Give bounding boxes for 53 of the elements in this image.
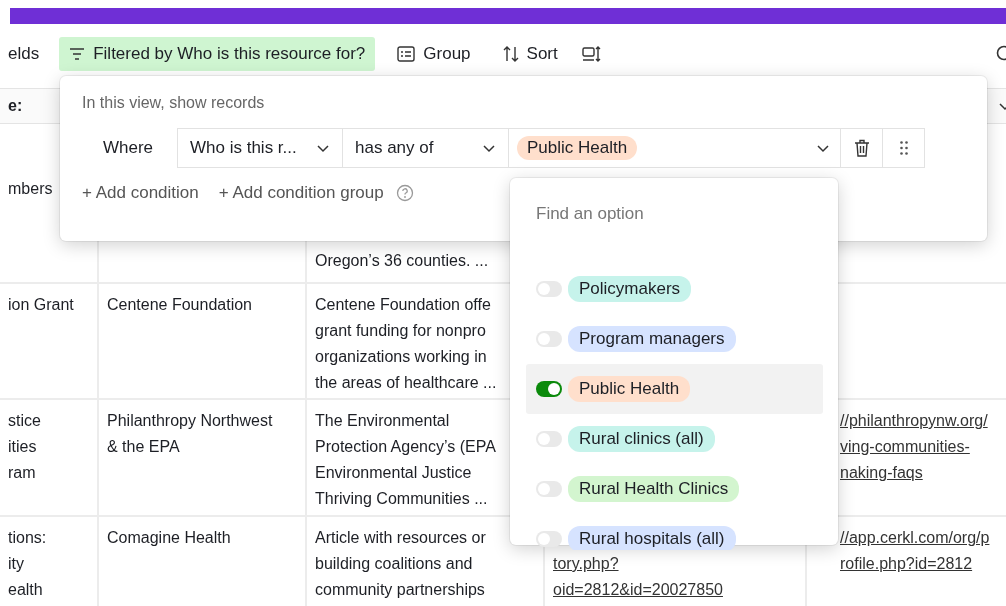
field-select[interactable]: Who is this r... <box>177 128 343 168</box>
filter-icon <box>69 48 86 60</box>
option-tag: Rural clinics (all) <box>568 426 715 452</box>
option-item[interactable]: Rural Health Clinics <box>526 464 823 514</box>
operator-select[interactable]: has any of <box>342 128 509 168</box>
option-tag: Rural hospitals (all) <box>568 526 736 550</box>
list-icon <box>397 46 416 62</box>
option-tag: Rural Health Clinics <box>568 476 740 502</box>
chevron-down-icon <box>316 142 330 154</box>
column-header: e: <box>8 97 23 115</box>
condition-label: Where <box>102 138 155 158</box>
option-item[interactable]: Program managers <box>526 314 823 364</box>
link[interactable]: //app.cerkl.com/org/p rofile.php?id=2812 <box>840 525 1006 577</box>
row-height-icon <box>581 46 602 62</box>
option-item[interactable]: Rural hospitals (all) <box>526 514 823 550</box>
table-cell-text: Oregon’s 36 counties. ... <box>315 252 489 269</box>
chevron-down-icon <box>482 142 496 154</box>
link[interactable]: //philanthropynw.org/ ving-communities- naking-faqs <box>840 408 1006 486</box>
table-cell-text: Article with resources or building coalitions and community partnerships <box>315 529 486 598</box>
add-condition-button[interactable]: + Add condition <box>82 183 199 203</box>
help-icon <box>395 184 414 202</box>
table-cell-text: Centene Foundation offe grant funding for nonpro organizations working in the areas of healthcare ... <box>315 296 497 391</box>
sort-button[interactable]: Sort <box>492 37 568 71</box>
option-tag: Public Health <box>517 136 638 160</box>
delete-button[interactable] <box>840 128 883 168</box>
popover-heading: In this view, show records <box>82 94 266 112</box>
table-cell-text: The Environmental Protection Agency’s (EPA Environmental Justice Thriving Communities ... <box>315 412 496 507</box>
sort-icon <box>502 46 519 62</box>
option-tag: Program managers <box>568 326 736 352</box>
link[interactable]: tory.php? oid=2812&id=20027850 <box>553 551 797 603</box>
toggle-switch[interactable] <box>536 381 562 397</box>
drag-handle[interactable] <box>882 128 925 168</box>
value-select[interactable]: Public Health <box>508 128 841 168</box>
option-item[interactable]: Public Health <box>526 364 823 414</box>
drag-handle-icon <box>899 141 908 155</box>
add-condition-group-button[interactable]: + Add condition group <box>218 183 384 203</box>
option-tag: Public Health <box>568 376 691 402</box>
fields-button[interactable]: elds <box>0 37 60 71</box>
filter-button[interactable]: Filtered by Who is this resource for? <box>59 37 376 71</box>
trash-icon <box>853 139 870 157</box>
table-cell-text: tions: ity ealth <box>8 529 47 598</box>
table-cell-text: Comagine Health <box>107 529 231 546</box>
table-cell-text: Philanthropy Northwest & the EPA <box>107 412 273 455</box>
option-tag: Policymakers <box>568 276 692 302</box>
chevron-down-icon <box>816 142 830 154</box>
group-button[interactable]: Group <box>387 37 481 71</box>
table-cell-text: Centene Foundation <box>107 296 252 313</box>
table-cell-text: stice ities ram <box>8 412 41 481</box>
table-cell-text: ion Grant <box>8 296 74 313</box>
option-item[interactable]: Rural clinics (all) <box>526 414 823 464</box>
table-cell-text: mbers <box>8 180 53 197</box>
toggle-switch[interactable] <box>536 531 562 547</box>
option-item[interactable]: Policymakers <box>526 264 823 314</box>
